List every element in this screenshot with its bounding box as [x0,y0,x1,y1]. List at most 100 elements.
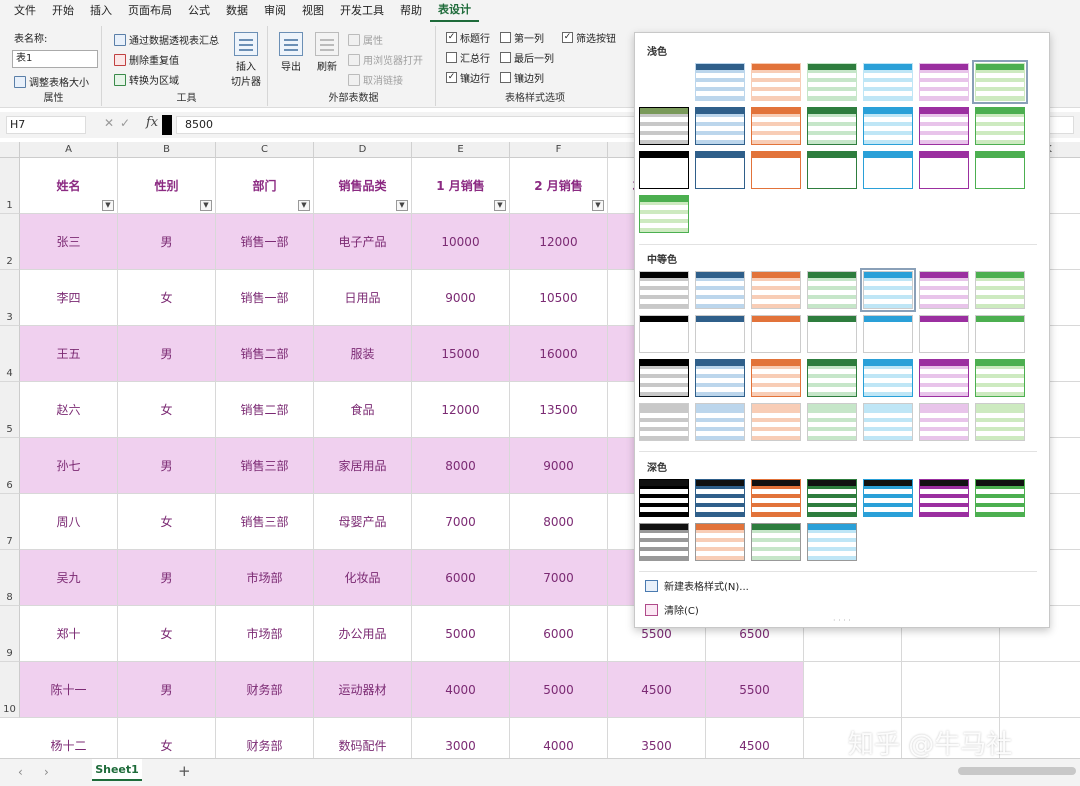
table-style-swatch[interactable] [863,315,913,353]
row-header[interactable]: 3 [0,270,20,326]
table-style-swatch[interactable] [807,151,857,189]
table-style-swatch[interactable] [751,479,801,517]
filter-dropdown-icon[interactable]: ▼ [102,200,114,211]
table-style-swatch[interactable] [863,359,913,397]
export-button[interactable]: 导出 [276,32,306,73]
table-style-swatch[interactable] [919,271,969,309]
table-style-swatch[interactable] [863,107,913,145]
table-header-cell[interactable]: 性别 ▼ [118,158,216,214]
sheet-tab-sheet1[interactable]: Sheet1 [92,759,142,781]
table-style-swatch[interactable] [639,107,689,145]
table-cell[interactable]: 食品 [314,382,412,438]
table-style-swatch[interactable] [751,107,801,145]
empty-cell[interactable] [804,662,902,718]
empty-cell[interactable] [902,662,1000,718]
table-style-swatch[interactable] [639,523,689,561]
option-0[interactable]: ✓ 标题行 [446,30,490,45]
table-style-swatch[interactable] [863,479,913,517]
table-cell[interactable]: 服装 [314,326,412,382]
checkbox[interactable] [500,72,511,83]
table-cell[interactable]: 男 [118,326,216,382]
table-style-swatch[interactable] [639,315,689,353]
table-cell[interactable]: 6000 [510,606,608,662]
table-style-swatch[interactable] [919,315,969,353]
option-3[interactable]: 汇总行 [446,50,490,65]
table-style-swatch[interactable] [751,523,801,561]
column-header[interactable]: D [314,142,412,158]
table-cell[interactable]: 陈十一 [20,662,118,718]
column-header[interactable]: F [510,142,608,158]
menu-item[interactable]: 数据 [218,0,256,22]
table-style-swatch[interactable] [639,479,689,517]
table-style-swatch[interactable] [639,403,689,441]
table-cell[interactable]: 7000 [510,550,608,606]
table-style-swatch[interactable] [919,479,969,517]
table-style-swatch[interactable] [695,359,745,397]
table-cell[interactable]: 日用品 [314,270,412,326]
row-header[interactable]: 2 [0,214,20,270]
checkbox[interactable]: ✓ [446,32,457,43]
table-style-swatch[interactable] [919,107,969,145]
table-style-swatch[interactable] [863,403,913,441]
table-style-swatch[interactable] [695,151,745,189]
table-style-swatch[interactable] [863,151,913,189]
table-header-cell[interactable]: 销售品类 ▼ [314,158,412,214]
table-style-swatch[interactable] [639,195,689,233]
table-cell[interactable]: 市场部 [216,606,314,662]
table-style-swatch[interactable] [807,359,857,397]
table-header-cell[interactable]: 1 月销售 ▼ [412,158,510,214]
row-header[interactable]: 9 [0,606,20,662]
row-header[interactable]: 10 [0,662,20,718]
table-cell[interactable]: 3500 [608,718,706,758]
menu-item[interactable]: 帮助 [392,0,430,22]
menu-item[interactable]: 页面布局 [120,0,180,22]
table-style-swatch[interactable] [975,271,1025,309]
table-cell[interactable]: 母婴产品 [314,494,412,550]
table-style-swatch[interactable] [751,403,801,441]
table-style-swatch[interactable] [751,359,801,397]
table-cell[interactable]: 8000 [412,438,510,494]
table-cell[interactable]: 孙七 [20,438,118,494]
table-cell[interactable]: 5000 [412,606,510,662]
table-cell[interactable]: 13500 [510,382,608,438]
table-cell[interactable]: 女 [118,494,216,550]
table-style-swatch[interactable] [807,315,857,353]
table-cell[interactable]: 办公用品 [314,606,412,662]
table-style-swatch[interactable] [751,271,801,309]
table-style-swatch[interactable] [639,151,689,189]
table-cell[interactable]: 16000 [510,326,608,382]
option-5[interactable]: ✓ 镶边行 [446,70,490,85]
table-style-swatch[interactable] [863,63,913,101]
table-style-swatch[interactable] [807,403,857,441]
table-style-swatch[interactable] [975,315,1025,353]
remove-duplicates-button[interactable]: 删除重复值 [114,52,179,67]
filter-dropdown-icon[interactable]: ▼ [298,200,310,211]
table-cell[interactable]: 李四 [20,270,118,326]
table-style-swatch[interactable] [695,315,745,353]
table-cell[interactable]: 财务部 [216,718,314,758]
table-style-swatch[interactable] [695,107,745,145]
table-style-swatch[interactable] [695,403,745,441]
table-cell[interactable]: 4500 [706,718,804,758]
table-cell[interactable]: 9000 [510,438,608,494]
table-style-swatch[interactable] [751,63,801,101]
checkbox[interactable]: ✓ [562,32,573,43]
filter-dropdown-icon[interactable]: ▼ [592,200,604,211]
menu-item[interactable]: 开始 [44,0,82,22]
row-header[interactable]: 7 [0,494,20,550]
table-cell[interactable]: 10000 [412,214,510,270]
table-style-swatch[interactable] [751,315,801,353]
table-cell[interactable]: 12000 [412,382,510,438]
table-cell[interactable]: 化妆品 [314,550,412,606]
table-cell[interactable]: 吴九 [20,550,118,606]
menu-item[interactable]: 开发工具 [332,0,392,22]
filter-dropdown-icon[interactable]: ▼ [396,200,408,211]
table-cell[interactable]: 9000 [412,270,510,326]
menu-item[interactable]: 审阅 [256,0,294,22]
table-cell[interactable]: 王五 [20,326,118,382]
table-cell[interactable]: 销售二部 [216,382,314,438]
next-sheet-icon[interactable]: › [44,765,49,779]
unlink-button[interactable]: 取消链接 [348,72,403,87]
table-cell[interactable]: 女 [118,270,216,326]
menu-item[interactable]: 插入 [82,0,120,22]
